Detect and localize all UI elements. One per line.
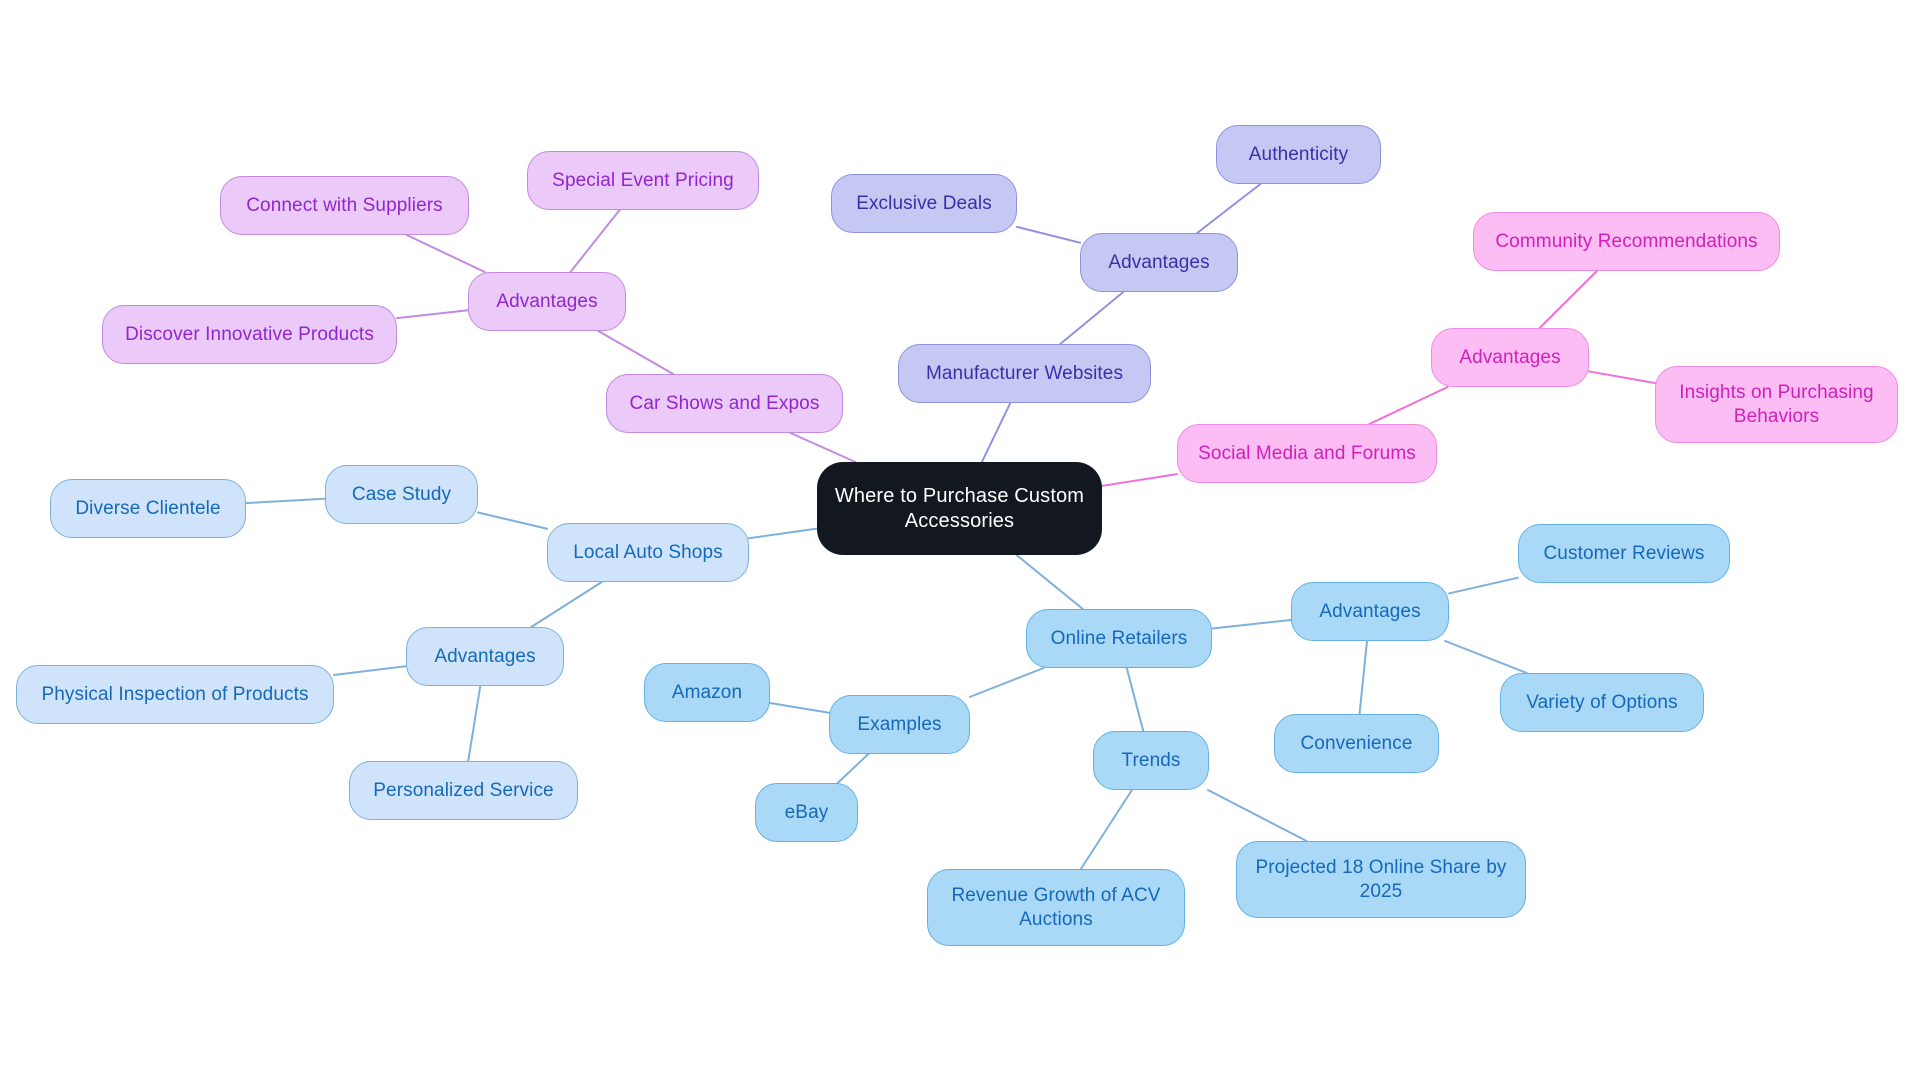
mindmap-node-car-shows[interactable]: Car Shows and Expos [606, 374, 843, 433]
mindmap-node-revenue-growth[interactable]: Revenue Growth of ACV Auctions [927, 869, 1185, 946]
mindmap-node-examples[interactable]: Examples [829, 695, 970, 754]
mindmap-root-node[interactable]: Where to Purchase Custom Accessories [817, 462, 1102, 555]
mindmap-node-exclusive-deals[interactable]: Exclusive Deals [831, 174, 1017, 233]
mindmap-node-community-recommendations[interactable]: Community Recommendations [1473, 212, 1780, 271]
mindmap-node-convenience[interactable]: Convenience [1274, 714, 1439, 773]
mindmap-node-insights-purchasing[interactable]: Insights on Purchasing Behaviors [1655, 366, 1898, 443]
mindmap-node-social-media[interactable]: Social Media and Forums [1177, 424, 1437, 483]
mindmap-node-amazon[interactable]: Amazon [644, 663, 770, 722]
mindmap-node-diverse-clientele[interactable]: Diverse Clientele [50, 479, 246, 538]
mindmap-node-blue-advantages-right[interactable]: Advantages [1291, 582, 1449, 641]
mindmap-node-physical-inspection[interactable]: Physical Inspection of Products [16, 665, 334, 724]
mindmap-node-personalized-service[interactable]: Personalized Service [349, 761, 578, 820]
mindmap-node-case-study[interactable]: Case Study [325, 465, 478, 524]
mindmap-node-online-retailers[interactable]: Online Retailers [1026, 609, 1212, 668]
node-layer: Where to Purchase Custom Accessories Car … [0, 0, 1920, 1083]
mindmap-node-discover-innovative[interactable]: Discover Innovative Products [102, 305, 397, 364]
mindmap-node-authenticity[interactable]: Authenticity [1216, 125, 1381, 184]
mindmap-node-special-event-pricing[interactable]: Special Event Pricing [527, 151, 759, 210]
mindmap-node-connect-suppliers[interactable]: Connect with Suppliers [220, 176, 469, 235]
mindmap-node-violet-advantages[interactable]: Advantages [468, 272, 626, 331]
mindmap-node-trends[interactable]: Trends [1093, 731, 1209, 790]
mindmap-node-blue-advantages-left[interactable]: Advantages [406, 627, 564, 686]
mindmap-node-customer-reviews[interactable]: Customer Reviews [1518, 524, 1730, 583]
mindmap-node-projected-share[interactable]: Projected 18 Online Share by 2025 [1236, 841, 1526, 918]
mindmap-node-variety-options[interactable]: Variety of Options [1500, 673, 1704, 732]
mindmap-node-manufacturer-websites[interactable]: Manufacturer Websites [898, 344, 1151, 403]
mindmap-node-local-auto-shops[interactable]: Local Auto Shops [547, 523, 749, 582]
mindmap-node-ebay[interactable]: eBay [755, 783, 858, 842]
mindmap-node-pink-advantages[interactable]: Advantages [1431, 328, 1589, 387]
mindmap-canvas: Where to Purchase Custom Accessories Car … [0, 0, 1920, 1083]
mindmap-node-lavender-advantages[interactable]: Advantages [1080, 233, 1238, 292]
